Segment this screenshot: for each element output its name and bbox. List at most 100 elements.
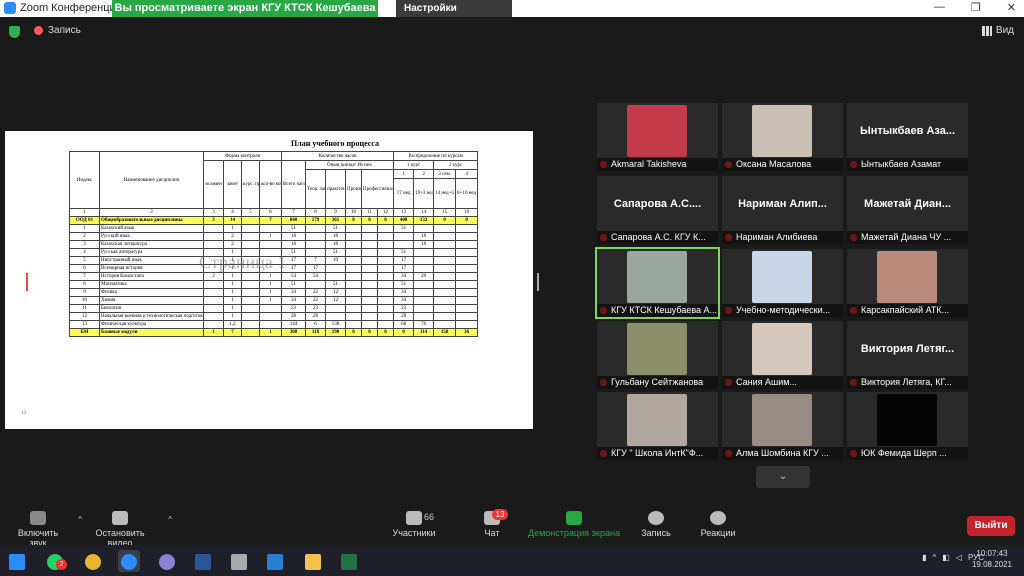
stop-video-button[interactable]: Остановить видео ^: [82, 511, 172, 548]
plan-cell: 17: [393, 256, 415, 265]
plan-cell: 34: [393, 272, 415, 281]
participant-display-name: Ынтыкбаев Аза...: [859, 125, 956, 137]
plan-cell: 10: [69, 296, 100, 305]
participant-name-label: КГУ " Школа ИнтК"Ф...: [597, 447, 718, 460]
plan-cell: 308: [281, 328, 306, 337]
participant-video: [627, 394, 687, 446]
plan-cell: 0: [361, 328, 378, 337]
mic-tray-icon[interactable]: ▮: [922, 553, 926, 562]
plan-cell: 1: [259, 280, 282, 289]
plan-cell: 0: [361, 216, 378, 225]
plan-cell: 132: [413, 216, 435, 225]
participant-tile[interactable]: Гульбану Сейтжанова: [597, 321, 718, 389]
video-options-chevron-icon[interactable]: ^: [168, 515, 172, 524]
network-icon[interactable]: ◧: [942, 553, 950, 562]
taskbar-excel[interactable]: [338, 550, 360, 572]
participant-name-label: Виктория Летяга, КГ...: [847, 376, 968, 389]
plan-cell: 1: [223, 272, 242, 281]
word-icon: [195, 554, 211, 570]
participant-tile[interactable]: Мажетай Диан... Мажетай Диана ЧУ ...: [847, 176, 968, 244]
plan-cell: [361, 232, 378, 241]
view-options-button[interactable]: Настройки просмотра ⌄: [396, 0, 512, 31]
plan-cell: [413, 312, 435, 321]
header-practice: практич. занятия: [325, 169, 346, 209]
plan-cell: 1: [223, 224, 242, 233]
participant-tile[interactable]: Карсакпайский АТК...: [847, 249, 968, 317]
plan-cell: [413, 288, 435, 297]
participant-tile[interactable]: Сания Ашим...: [722, 321, 843, 389]
recording-indicator[interactable]: Запись: [34, 25, 81, 36]
participant-tile[interactable]: Виктория Летяг... Виктория Летяга, КГ...: [847, 321, 968, 389]
plan-cell: [455, 288, 479, 297]
unmute-button[interactable]: Включить звук ^: [8, 511, 82, 548]
plan-cell: [376, 224, 395, 233]
plan-cell: [455, 232, 479, 241]
split-handle-divider[interactable]: [537, 273, 539, 291]
plan-cell: 1: [223, 312, 242, 321]
view-switch-button[interactable]: Вид: [981, 25, 1014, 36]
taskbar-clock[interactable]: 10:07:43 19.08.2021: [972, 548, 1012, 570]
close-button[interactable]: ✕: [1007, 1, 1016, 14]
plan-cell: 18: [325, 232, 346, 241]
participant-tile[interactable]: Оксана Масалова: [722, 103, 843, 171]
participant-tile[interactable]: Учебно-методически...: [722, 249, 843, 317]
taskbar-zoom[interactable]: [118, 550, 140, 572]
plan-cell: 158: [433, 328, 457, 337]
taskbar-explorer[interactable]: [302, 550, 324, 572]
plan-cell: [376, 280, 395, 289]
participant-tile[interactable]: Ынтыкбаев Аза... Ынтыкбаев Азамат: [847, 103, 968, 171]
share-screen-button[interactable]: Демонстрация экрана: [526, 511, 622, 538]
plan-cell: 9: [69, 288, 100, 297]
discipline-name-cell: Всемирная история: [99, 264, 204, 273]
expand-tray-icon[interactable]: ^: [932, 553, 936, 562]
header-discipline: Наименование дисциплин: [99, 151, 204, 209]
discipline-name-cell: Русская литература: [99, 248, 204, 257]
participants-label: Участники: [392, 528, 436, 538]
taskbar-word[interactable]: [192, 550, 214, 572]
plan-cell: [203, 280, 224, 289]
leave-meeting-button[interactable]: Выйти: [967, 516, 1015, 536]
participant-tile[interactable]: Алма Шомбина КГУ ...: [722, 392, 843, 460]
participant-tile[interactable]: Сапарова А.С.... Сапарова А.С. КГУ К...: [597, 176, 718, 244]
plan-cell: [433, 296, 457, 305]
plan-cell: 179: [305, 216, 326, 225]
column-number: 6: [259, 208, 282, 217]
reactions-button[interactable]: Реакции: [698, 511, 738, 538]
participant-tile[interactable]: КГУ КТСК Кешубаева А...: [595, 247, 720, 319]
volume-icon[interactable]: ◁: [956, 553, 962, 562]
plan-cell: 17: [281, 264, 306, 273]
participant-tile[interactable]: КГУ " Школа ИнтК"Ф...: [597, 392, 718, 460]
column-number: 7: [281, 208, 306, 217]
plan-cell: [455, 272, 479, 281]
plan-cell: [203, 240, 224, 249]
chat-label: Чат: [484, 528, 500, 538]
column-number: 4: [223, 208, 242, 217]
split-handle-left[interactable]: [26, 273, 28, 291]
zoom-window: Zoom Конференция Вы просматриваете экран…: [0, 0, 1024, 576]
security-shield-icon[interactable]: [9, 26, 20, 38]
participant-name-label: Сапарова А.С. КГУ К...: [597, 231, 718, 244]
participant-display-name: Нариман Алип...: [738, 198, 827, 210]
participant-name-label: КГУ КТСК Кешубаева А...: [597, 304, 718, 317]
participant-tile[interactable]: Akmaral Takisheva: [597, 103, 718, 171]
minimize-button[interactable]: —: [934, 1, 945, 14]
participant-tile[interactable]: Нариман Алип... Нариман Алибиева: [722, 176, 843, 244]
taskbar-printer[interactable]: [228, 550, 250, 572]
start-button[interactable]: [6, 550, 28, 572]
taskbar-paint[interactable]: [156, 550, 178, 572]
gallery-next-page-button[interactable]: ⌄: [756, 466, 810, 488]
plan-cell: 51: [325, 224, 346, 233]
plan-cell: [345, 224, 362, 233]
discipline-name-cell: Биология: [99, 304, 204, 313]
taskbar-chrome[interactable]: [82, 550, 104, 572]
participant-tile[interactable]: ЮК Фемида Шерп ...: [847, 392, 968, 460]
header-sem4: 4: [455, 169, 479, 179]
plan-cell: 36: [455, 328, 479, 337]
taskbar-photos[interactable]: [264, 550, 286, 572]
plan-cell: 6: [305, 320, 326, 329]
plan-cell: [433, 320, 457, 329]
plan-cell: 28: [305, 312, 326, 321]
paint-icon: [159, 554, 175, 570]
maximize-button[interactable]: ❐: [971, 1, 981, 14]
record-button[interactable]: Запись: [638, 511, 674, 538]
